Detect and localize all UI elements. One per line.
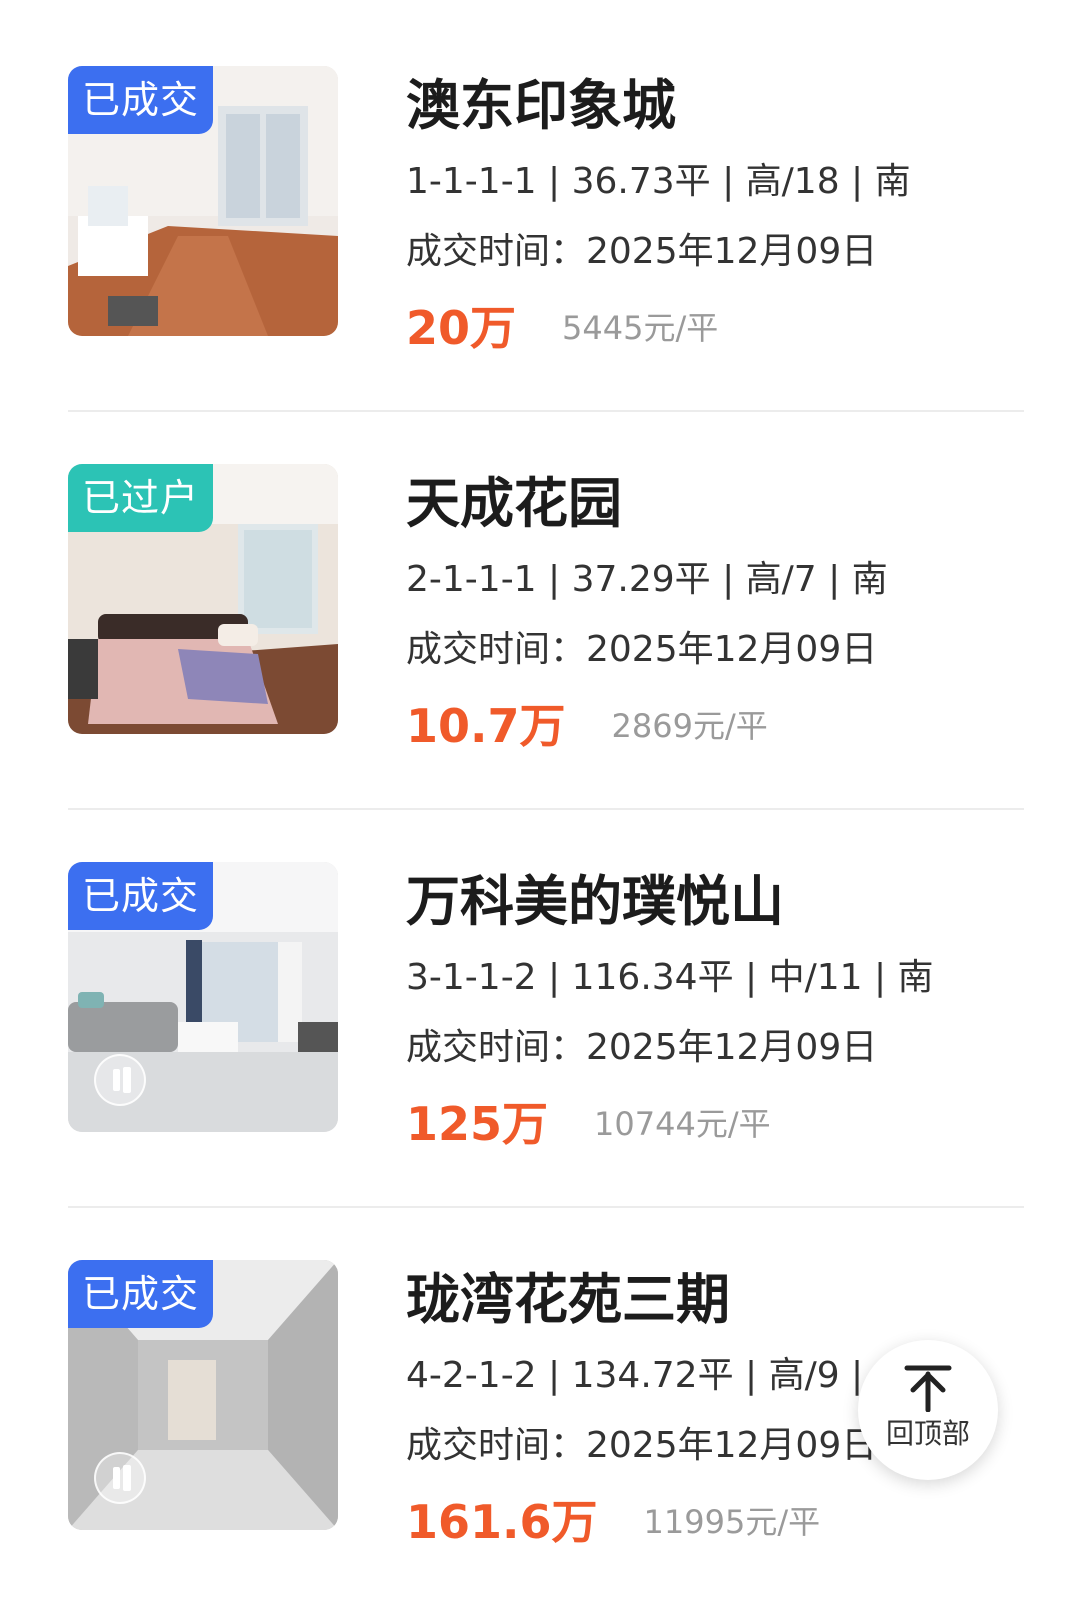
status-badge: 已成交 bbox=[68, 862, 214, 930]
price-row: 125万 10744元/平 bbox=[406, 1094, 1040, 1154]
vr-view-icon[interactable] bbox=[94, 1452, 146, 1504]
listing-photo[interactable]: 已过户 bbox=[68, 464, 338, 734]
listing-card[interactable]: 已成交 万科美的璞悦山 3-1-1-2 | 116.34平 | 中/11 | 南… bbox=[0, 796, 1080, 1208]
status-badge: 已成交 bbox=[68, 1260, 214, 1328]
listing-info: 澳东印象城 1-1-1-1 | 36.73平 | 高/18 | 南 成交时间：2… bbox=[406, 66, 1040, 358]
unit-price: 10744元/平 bbox=[594, 1105, 771, 1143]
price-row: 20万 5445元/平 bbox=[406, 298, 1040, 358]
listing-specs: 1-1-1-1 | 36.73平 | 高/18 | 南 bbox=[406, 161, 911, 202]
price-row: 161.6万 11995元/平 bbox=[406, 1492, 1040, 1552]
vr-view-icon[interactable] bbox=[94, 1054, 146, 1106]
total-price: 125万 bbox=[406, 1097, 549, 1151]
back-to-top-button[interactable]: 回顶部 bbox=[858, 1340, 998, 1480]
listing-info: 万科美的璞悦山 3-1-1-2 | 116.34平 | 中/11 | 南 成交时… bbox=[406, 862, 1040, 1154]
listing-title[interactable]: 澳东印象城 bbox=[406, 66, 1040, 146]
listing-title[interactable]: 天成花园 bbox=[406, 464, 1040, 544]
listing-info: 天成花园 2-1-1-1 | 37.29平 | 高/7 | 南 成交时间：202… bbox=[406, 464, 1040, 756]
listing-photo[interactable]: 已成交 bbox=[68, 862, 338, 1132]
total-price: 161.6万 bbox=[406, 1495, 598, 1549]
total-price: 10.7万 bbox=[406, 699, 566, 753]
total-price: 20万 bbox=[406, 301, 517, 355]
listing-specs: 3-1-1-2 | 116.34平 | 中/11 | 南 bbox=[406, 957, 934, 998]
listing-photo[interactable]: 已成交 bbox=[68, 66, 338, 336]
unit-price: 11995元/平 bbox=[643, 1503, 821, 1541]
listing-card[interactable]: 已成交 澳东印象城 1-1-1-1 | 36.73平 | 高/18 | 南 成交… bbox=[0, 0, 1080, 412]
listing-card[interactable]: 已过户 天成花园 2-1-1-1 | 37.29平 | 高/7 | 南 成交时间… bbox=[0, 398, 1080, 810]
deal-time: 成交时间：2025年12月09日 bbox=[406, 1027, 878, 1068]
unit-price: 2869元/平 bbox=[611, 707, 768, 745]
arrow-up-icon bbox=[904, 1365, 952, 1412]
listing-title[interactable]: 珑湾花苑三期 bbox=[406, 1260, 1040, 1340]
status-badge: 已过户 bbox=[68, 464, 214, 532]
deal-time: 成交时间：2025年12月09日 bbox=[406, 629, 878, 670]
back-to-top-label: 回顶部 bbox=[885, 1417, 970, 1450]
price-row: 10.7万 2869元/平 bbox=[406, 696, 1040, 756]
unit-price: 5445元/平 bbox=[562, 309, 719, 347]
status-badge: 已成交 bbox=[68, 66, 214, 134]
listing-title[interactable]: 万科美的璞悦山 bbox=[406, 862, 1040, 942]
deal-time: 成交时间：2025年12月09日 bbox=[406, 231, 878, 272]
listing-specs: 2-1-1-1 | 37.29平 | 高/7 | 南 bbox=[406, 559, 888, 600]
listing-photo[interactable]: 已成交 bbox=[68, 1260, 338, 1530]
